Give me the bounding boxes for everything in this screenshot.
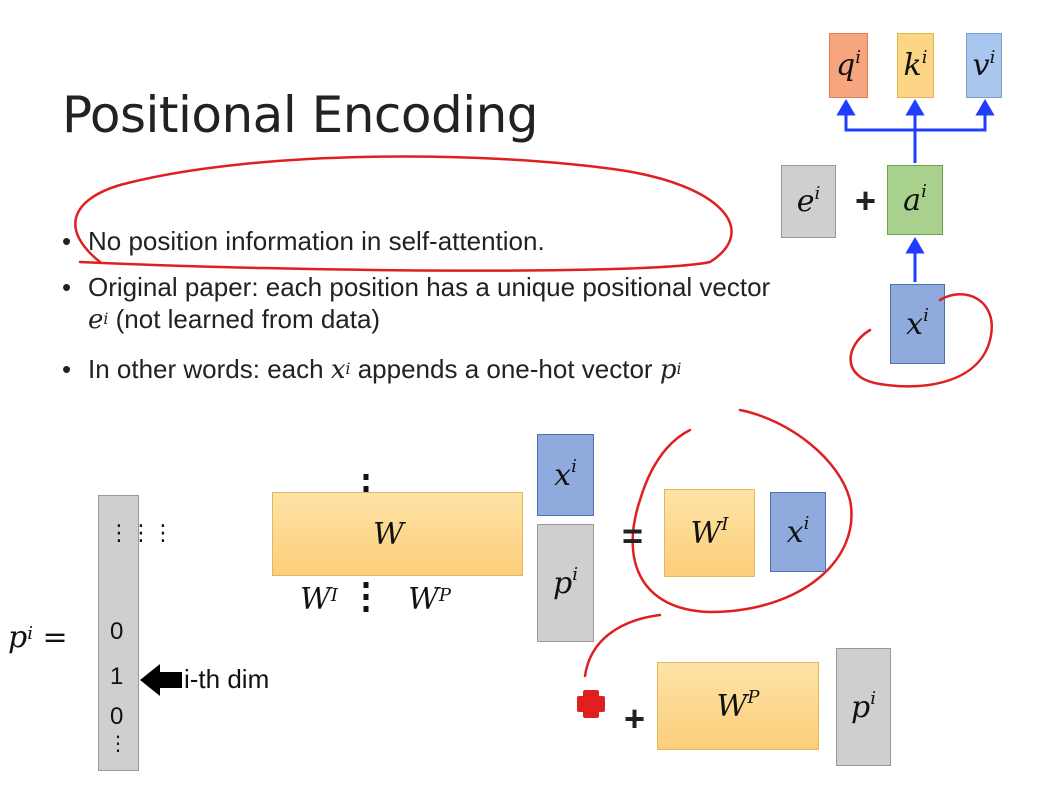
p-box-stack: pi (537, 524, 594, 642)
arrowhead-k (905, 99, 925, 116)
label-p-i-equals: pi = (8, 620, 68, 655)
w-matrix: W (272, 492, 523, 576)
arrowhead-a (905, 237, 925, 254)
label-w-i: WI (300, 582, 338, 617)
p-box-product: pi (836, 648, 891, 766)
vector-dots-top: ⋮⋮⋮ (108, 520, 174, 545)
label-w-p: WP (408, 582, 451, 617)
vector-dots-bottom: ⋮ (108, 733, 128, 755)
annotation-circle-x (849, 293, 993, 388)
arrowhead-q (836, 99, 856, 116)
red-annotations (74, 155, 993, 678)
ith-dim-label: i-th dim (184, 664, 270, 694)
w-p-box: WP (657, 662, 819, 750)
w-i-box: WI (664, 489, 755, 577)
x-box-product: xi (770, 492, 826, 572)
black-left-arrow-icon (140, 664, 182, 696)
red-cross-icon (577, 690, 605, 718)
equals-sign: = (622, 515, 644, 556)
x-box-stack: xi (537, 434, 594, 516)
annotation-circle-bullet1 (74, 155, 733, 272)
annotation-tail (583, 613, 662, 678)
arrowhead-v (975, 99, 995, 116)
connector-arrows (74, 99, 995, 718)
vector-value-1: 1 (110, 663, 124, 690)
vector-value-0: 0 (110, 618, 124, 645)
plus-sign-bottom: + (624, 698, 646, 739)
vector-value-2: 0 (110, 703, 124, 730)
